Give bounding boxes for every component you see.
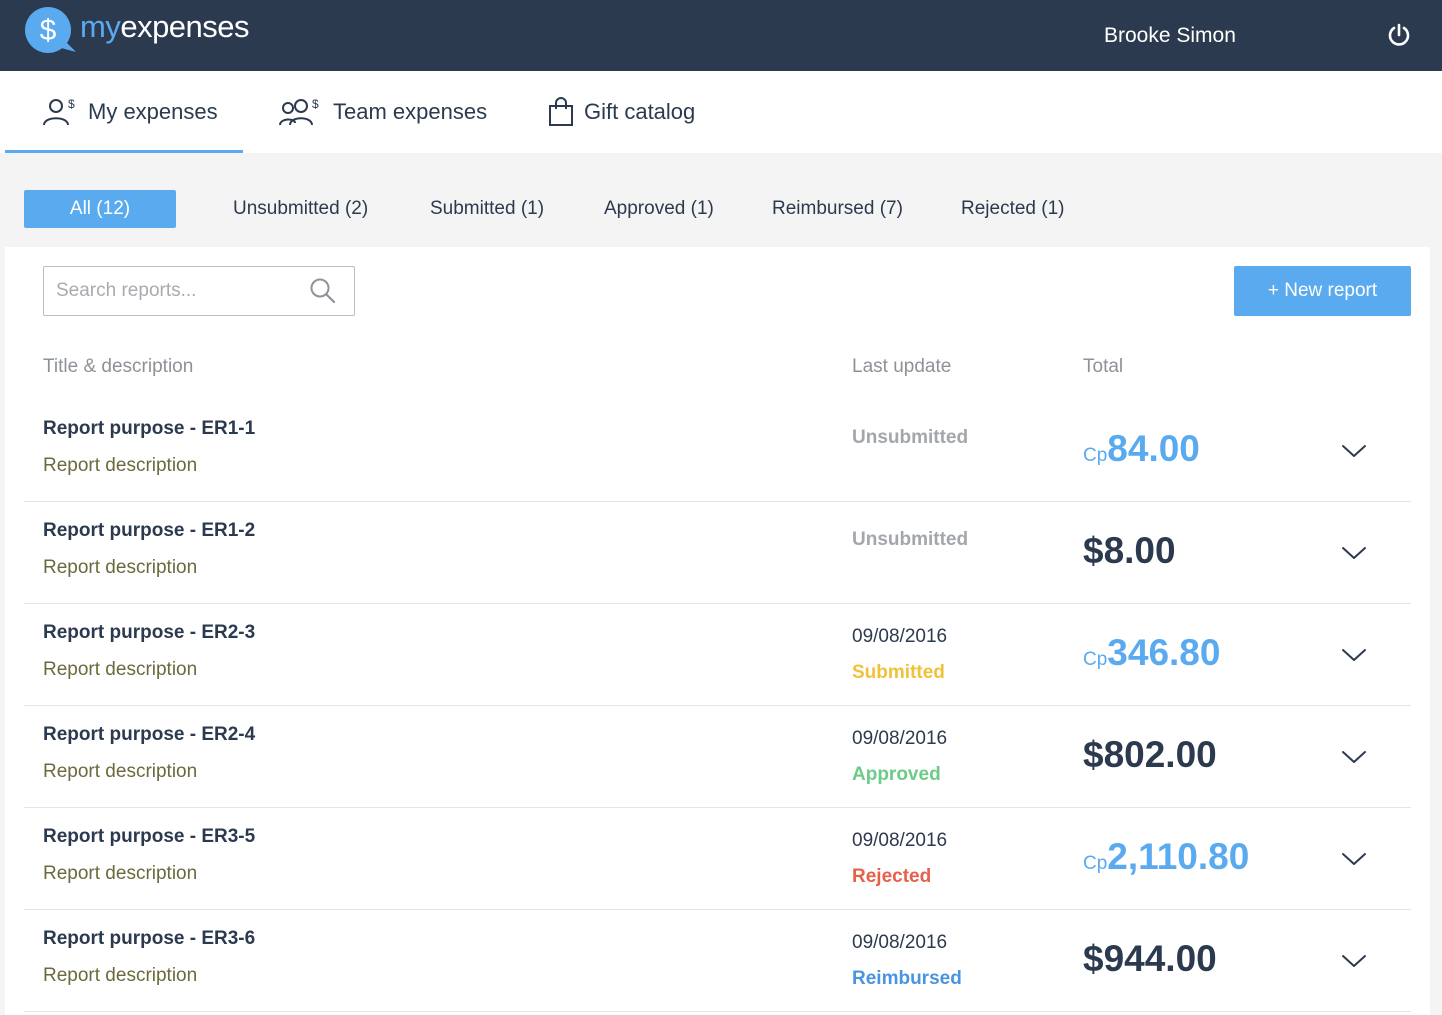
report-total: $944.00 bbox=[1083, 938, 1217, 980]
filter-reimbursed[interactable]: Reimbursed (7) bbox=[772, 190, 903, 228]
user-name[interactable]: Brooke Simon bbox=[1104, 24, 1236, 48]
report-amount: 84.00 bbox=[1107, 428, 1200, 469]
report-amount: $944.00 bbox=[1083, 938, 1217, 979]
report-status: Approved bbox=[852, 764, 941, 785]
report-status: Rejected bbox=[852, 866, 932, 887]
filter-submitted[interactable]: Submitted (1) bbox=[430, 190, 544, 228]
tab-my-expenses-label: My expenses bbox=[88, 99, 218, 124]
report-row[interactable]: Report purpose - ER1-2 Report description… bbox=[24, 502, 1411, 604]
report-row[interactable]: Report purpose - ER3-5 Report description… bbox=[24, 808, 1411, 910]
filter-unsubmitted[interactable]: Unsubmitted (2) bbox=[233, 190, 368, 228]
report-title[interactable]: Report purpose - ER2-3 bbox=[43, 622, 255, 644]
report-title[interactable]: Report purpose - ER1-1 bbox=[43, 418, 255, 440]
report-description: Report description bbox=[43, 659, 198, 680]
report-status: Unsubmitted bbox=[852, 427, 969, 448]
report-amount: 2,110.80 bbox=[1107, 836, 1250, 877]
report-last-update-date: 09/08/2016 bbox=[852, 728, 948, 749]
expand-chevron-down-icon[interactable] bbox=[1340, 950, 1368, 972]
report-status: Unsubmitted bbox=[852, 529, 969, 550]
report-description: Report description bbox=[43, 863, 198, 884]
tab-team-expenses-label: Team expenses bbox=[333, 99, 488, 124]
report-last-update-date: 09/08/2016 bbox=[852, 830, 948, 851]
app-logo[interactable]: $ myexpenses bbox=[24, 6, 250, 56]
dollar-bubble-icon: $ bbox=[24, 6, 76, 56]
top-bar: $ myexpenses Brooke Simon bbox=[0, 0, 1442, 71]
expand-chevron-down-icon[interactable] bbox=[1340, 644, 1368, 666]
report-row[interactable]: Report purpose - ER2-4 Report description… bbox=[24, 706, 1411, 808]
report-title[interactable]: Report purpose - ER2-4 bbox=[43, 724, 255, 746]
column-header-last-update[interactable]: Last update bbox=[852, 356, 951, 378]
filter-all[interactable]: All (12) bbox=[24, 190, 176, 228]
expand-chevron-down-icon[interactable] bbox=[1340, 440, 1368, 462]
search-box bbox=[43, 266, 355, 316]
report-last-update-date: 09/08/2016 bbox=[852, 932, 948, 953]
tab-team-expenses[interactable]: $ Team expenses bbox=[279, 71, 487, 153]
column-header-total[interactable]: Total bbox=[1083, 356, 1123, 378]
report-status: Submitted bbox=[852, 662, 945, 683]
team-dollar-icon: $ bbox=[279, 97, 319, 126]
expand-chevron-down-icon[interactable] bbox=[1340, 542, 1368, 564]
reports-list: Report purpose - ER1-1 Report description… bbox=[24, 400, 1411, 1012]
report-total: $8.00 bbox=[1083, 530, 1176, 572]
report-title[interactable]: Report purpose - ER3-5 bbox=[43, 826, 255, 848]
status-filters: All (12) Unsubmitted (2) Submitted (1) A… bbox=[0, 190, 1442, 228]
report-currency: Cp bbox=[1083, 649, 1108, 670]
report-row[interactable]: Report purpose - ER2-3 Report description… bbox=[24, 604, 1411, 706]
logo-word-my: my bbox=[80, 9, 121, 44]
report-total: $802.00 bbox=[1083, 734, 1217, 776]
user-dollar-icon: $ bbox=[43, 97, 75, 126]
report-amount: $802.00 bbox=[1083, 734, 1217, 775]
report-amount: $8.00 bbox=[1083, 530, 1176, 571]
tab-my-expenses[interactable]: $ My expenses bbox=[0, 71, 243, 153]
report-amount: 346.80 bbox=[1107, 632, 1221, 673]
report-row[interactable]: Report purpose - ER1-1 Report description… bbox=[24, 400, 1411, 502]
main-nav: $ My expenses $ Team expenses Gift catal… bbox=[0, 71, 1442, 153]
report-currency: Cp bbox=[1083, 445, 1108, 466]
report-total: Cp2,110.80 bbox=[1083, 836, 1249, 878]
search-input[interactable] bbox=[56, 267, 306, 315]
expand-chevron-down-icon[interactable] bbox=[1340, 746, 1368, 768]
tab-gift-catalog-label: Gift catalog bbox=[584, 99, 696, 124]
report-status: Reimbursed bbox=[852, 968, 962, 989]
logout-power-icon[interactable] bbox=[1386, 22, 1412, 48]
logo-word-expenses: expenses bbox=[120, 9, 250, 44]
report-description: Report description bbox=[43, 557, 198, 578]
svg-text:$: $ bbox=[68, 97, 75, 111]
expand-chevron-down-icon[interactable] bbox=[1340, 848, 1368, 870]
report-row[interactable]: Report purpose - ER3-6 Report description… bbox=[24, 910, 1411, 1012]
new-report-button[interactable]: + New report bbox=[1234, 266, 1411, 316]
filter-rejected[interactable]: Rejected (1) bbox=[961, 190, 1065, 228]
report-description: Report description bbox=[43, 965, 198, 986]
report-currency: Cp bbox=[1083, 853, 1108, 874]
report-total: Cp346.80 bbox=[1083, 632, 1220, 674]
column-header-title[interactable]: Title & description bbox=[43, 356, 193, 378]
reports-panel: + New report Title & description Last up… bbox=[5, 247, 1430, 1015]
report-description: Report description bbox=[43, 455, 198, 476]
report-total: Cp84.00 bbox=[1083, 428, 1200, 470]
filter-approved[interactable]: Approved (1) bbox=[604, 190, 714, 228]
logo-wordmark: myexpenses bbox=[80, 9, 250, 45]
svg-text:$: $ bbox=[40, 14, 57, 47]
report-last-update-date: 09/08/2016 bbox=[852, 626, 948, 647]
search-icon[interactable] bbox=[309, 277, 337, 305]
shopping-bag-icon bbox=[549, 97, 573, 126]
tab-gift-catalog[interactable]: Gift catalog bbox=[548, 71, 695, 153]
report-title[interactable]: Report purpose - ER3-6 bbox=[43, 928, 255, 950]
svg-text:$: $ bbox=[312, 97, 319, 111]
report-title[interactable]: Report purpose - ER1-2 bbox=[43, 520, 255, 542]
report-description: Report description bbox=[43, 761, 198, 782]
